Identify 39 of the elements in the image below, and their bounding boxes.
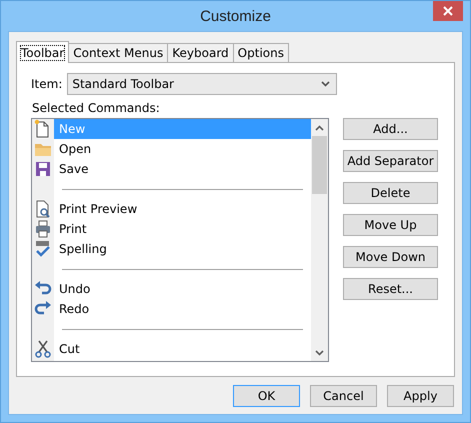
scissors-icon <box>35 340 51 358</box>
action-button[interactable]: Delete <box>343 182 438 204</box>
chevron-up-icon[interactable] <box>315 124 324 130</box>
redo-icon <box>34 301 51 314</box>
action-button[interactable]: Move Down <box>343 246 438 268</box>
dialog-button[interactable]: OK <box>233 385 300 407</box>
command-item[interactable]: Save <box>54 159 311 179</box>
scrollbar[interactable] <box>311 119 328 361</box>
action-button[interactable]: Move Up <box>343 214 438 236</box>
toolbar-dropdown[interactable]: Standard Toolbar <box>67 73 338 95</box>
command-item[interactable]: Redo <box>54 299 311 319</box>
window-title: Customize <box>200 8 271 24</box>
command-item[interactable]: Cut <box>54 339 311 359</box>
command-item[interactable]: Spelling <box>54 239 311 259</box>
chevron-down-icon <box>321 81 330 87</box>
printer-icon <box>36 220 50 238</box>
print-preview-icon <box>36 200 50 218</box>
tab[interactable]: Keyboard <box>167 43 234 62</box>
undo-icon <box>35 281 52 294</box>
action-button[interactable]: Add Separator <box>343 150 438 172</box>
command-item[interactable]: Print <box>54 219 311 239</box>
tab[interactable]: Toolbar <box>16 41 70 63</box>
action-button[interactable]: Reset... <box>343 278 438 300</box>
dialog-button[interactable]: Apply <box>387 385 454 407</box>
list-label: Selected Commands: <box>32 101 161 115</box>
field-label: Item: <box>31 77 62 91</box>
command-item[interactable]: Print Preview <box>54 199 311 219</box>
chevron-down-icon[interactable] <box>315 350 324 356</box>
command-item[interactable]: Open <box>54 139 311 159</box>
dialog-button[interactable]: Cancel <box>310 385 377 407</box>
close-button[interactable] <box>433 1 463 21</box>
new-document-icon <box>34 120 48 138</box>
scroll-thumb[interactable] <box>312 136 327 194</box>
folder-icon <box>35 144 51 156</box>
tab[interactable]: Options <box>232 43 289 62</box>
command-item[interactable]: Undo <box>54 279 311 299</box>
spell-check-icon <box>36 241 50 257</box>
close-icon <box>443 6 453 16</box>
action-button[interactable]: Add... <box>343 118 438 140</box>
